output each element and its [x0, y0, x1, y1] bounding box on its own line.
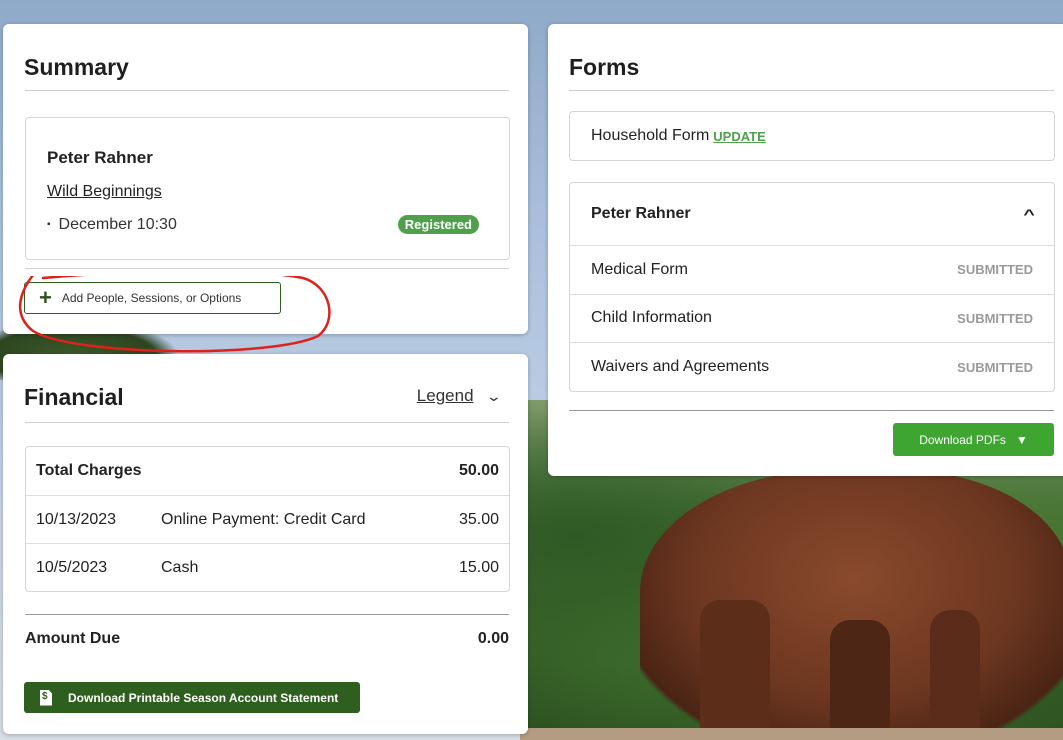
- download-pdfs-label: Download PDFs: [919, 432, 1006, 447]
- background-ground: [520, 728, 1063, 740]
- transaction-date: 10/13/2023: [36, 510, 117, 528]
- person-forms-header[interactable]: Peter Rahner ^: [570, 183, 1054, 246]
- transaction-description: Cash: [161, 558, 199, 576]
- household-form-row: Household Form UPDATE: [569, 111, 1055, 161]
- form-name: Child Information: [591, 309, 712, 327]
- amount-due-value: 0.00: [477, 630, 509, 647]
- statement-button-label: Download Printable Season Account Statem…: [68, 690, 339, 705]
- document-dollar-icon: [40, 689, 52, 706]
- amount-due-row: Amount Due 0.00: [25, 630, 509, 648]
- charges-table: Total Charges 50.00 10/13/2023 Online Pa…: [25, 446, 510, 592]
- elephant-leg: [700, 600, 770, 740]
- divider: [25, 268, 509, 269]
- download-pdfs-button[interactable]: Download PDFs ▼: [893, 423, 1054, 456]
- update-link[interactable]: UPDATE: [713, 129, 765, 144]
- transaction-amount: 35.00: [458, 510, 499, 528]
- plus-icon: +: [39, 285, 52, 310]
- summary-card: Summary Peter Rahner Wild Beginnings Dec…: [3, 24, 528, 353]
- divider: [25, 614, 509, 615]
- household-form-label: Household Form: [591, 127, 710, 144]
- divider: [25, 422, 509, 423]
- add-button-label: Add People, Sessions, or Options: [61, 291, 242, 305]
- registration-box: Peter Rahner Wild Beginnings December 10…: [25, 117, 510, 260]
- amount-due-label: Amount Due: [25, 630, 121, 647]
- total-charges-label: Total Charges: [36, 462, 142, 479]
- legend-label: Legend: [416, 386, 474, 405]
- transaction-description: Online Payment: Credit Card: [161, 510, 366, 528]
- summary-title: Summary: [24, 54, 129, 80]
- status-badge: Registered: [397, 215, 479, 234]
- legend-toggle[interactable]: Legend ⌄: [416, 386, 503, 406]
- forms-title: Forms: [569, 54, 640, 80]
- person-forms-name: Peter Rahner: [591, 205, 691, 222]
- elephant-leg: [930, 610, 980, 740]
- form-row[interactable]: Waivers and Agreements SUBMITTED: [570, 343, 1054, 392]
- form-name: Medical Form: [591, 260, 688, 278]
- form-status: SUBMITTED: [957, 262, 1033, 278]
- chevron-up-icon[interactable]: ^: [1023, 206, 1034, 222]
- form-status: SUBMITTED: [957, 359, 1033, 375]
- total-charges-row: Total Charges 50.00: [26, 447, 509, 495]
- forms-card: Forms Household Form UPDATE Peter Rahner…: [548, 24, 1063, 476]
- program-link[interactable]: Wild Beginnings: [47, 183, 162, 201]
- divider: [569, 90, 1054, 91]
- elephant-leg: [830, 620, 890, 740]
- form-status: SUBMITTED: [957, 310, 1033, 326]
- form-row[interactable]: Medical Form SUBMITTED: [570, 246, 1054, 295]
- person-forms-panel: Peter Rahner ^ Medical Form SUBMITTED Ch…: [569, 182, 1055, 392]
- session-item: December 10:30: [47, 216, 177, 234]
- chevron-down-icon: ⌄: [485, 388, 503, 404]
- table-row: 10/13/2023 Online Payment: Credit Card 3…: [26, 495, 509, 543]
- add-people-sessions-button[interactable]: + Add People, Sessions, or Options: [24, 282, 281, 314]
- form-name: Waivers and Agreements: [591, 358, 770, 376]
- table-row: 10/5/2023 Cash 15.00: [26, 543, 509, 591]
- total-charges-value: 50.00: [458, 462, 499, 479]
- caret-down-icon: ▼: [1015, 432, 1028, 447]
- divider: [569, 410, 1054, 411]
- divider: [25, 90, 509, 91]
- download-statement-button[interactable]: Download Printable Season Account Statem…: [24, 682, 360, 713]
- form-row[interactable]: Child Information SUBMITTED: [570, 295, 1054, 343]
- transaction-amount: 15.00: [458, 558, 499, 576]
- person-name: Peter Rahner: [47, 148, 153, 167]
- financial-title: Financial: [24, 384, 124, 410]
- transaction-date: 10/5/2023: [36, 558, 108, 576]
- financial-card: Financial Legend ⌄ Total Charges 50.00 1…: [3, 354, 528, 734]
